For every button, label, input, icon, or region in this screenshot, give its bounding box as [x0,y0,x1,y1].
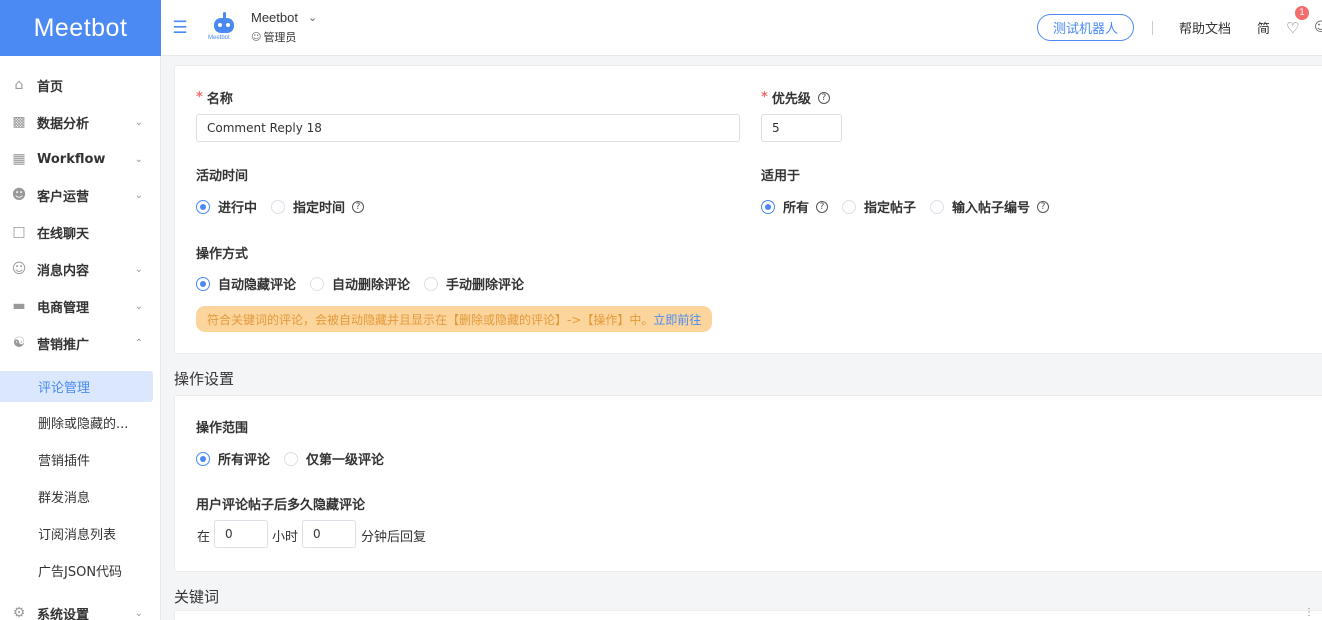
sidebar-subitem-deleted-hidden[interactable]: 删除或隐藏的... [0,407,153,438]
workflow-icon: ▦ [12,151,26,167]
radio-in-progress[interactable]: 进行中 [196,197,257,216]
sidebar-subitem-subscriptions[interactable]: 订阅消息列表 [0,518,153,549]
help-icon[interactable]: ? [816,200,829,213]
account-role: 管理员 [263,31,297,44]
bot-avatar: Meetbot [208,11,239,44]
account-name: Meetbot [251,10,298,25]
message-icon: ☺ [11,261,27,277]
keywords-card [174,610,1322,620]
settings-icon: ⚙ [12,605,26,620]
hours-unit: 小时 [272,530,299,545]
chevron-down-icon: ⌄ [134,153,143,165]
sidebar-item-settings[interactable]: ⚙ 系统设置 ⌄ [0,595,160,620]
help-icon[interactable]: ? [817,91,830,104]
bell-icon[interactable]: ♡ 1 [1286,5,1309,37]
sidebar-item-workflow[interactable]: ▦ Workflow ⌄ [0,141,160,177]
chevron-down-icon: ⌄ [134,263,143,275]
language-toggle[interactable]: 简 [1257,18,1270,37]
apply-to-label: 适用于 [761,169,801,184]
shop-icon: ▬ [12,298,26,314]
chat-icon: □ [12,224,26,240]
chevron-down-icon: ⌄ [134,116,143,128]
sidebar: ⌂ 首页 ▩ 数据分析 ⌄ ▦ Workflow ⌄ ☻ 客户运营 ⌄ □ 在线… [0,56,161,620]
chart-icon: ▩ [12,114,26,130]
scope-radios: 所有评论 仅第一级评论 [196,449,398,468]
chevron-up-icon: ⌃ [134,337,143,349]
minutes-suffix: 分钟后回复 [361,530,427,545]
help-icon[interactable]: ? [1037,200,1050,213]
radio-auto-hide[interactable]: 自动隐藏评论 [196,274,296,293]
marketing-icon: ☯ [12,335,26,351]
active-time-radios: 进行中 指定时间? [196,197,378,216]
notification-badge: 1 [1295,5,1309,20]
sidebar-subitem-ad-json[interactable]: 广告JSON代码 [0,555,153,586]
hours-input[interactable]: 0 [214,520,268,548]
user-icon: ☺ [251,31,262,43]
sidebar-subitem-broadcast[interactable]: 群发消息 [0,481,153,512]
sidebar-item-ecommerce[interactable]: ▬ 电商管理 ⌄ [0,288,160,324]
sidebar-subitem-comments[interactable]: 评论管理 [0,371,153,402]
chevron-down-icon: ⌄ [134,189,143,201]
radio-post-ids[interactable]: 输入帖子编号? [930,197,1050,216]
account-switcher[interactable]: Meetbot ⌄ ☺ 管理员 [251,0,317,56]
hide-mode-notice: 符合关键词的评论，会被自动隐藏并且显示在【删除或隐藏的评论】->【操作】中。 立即… [196,306,713,332]
radio-all-comments[interactable]: 所有评论 [196,449,270,468]
name-input[interactable]: Comment Reply 18 [196,114,740,142]
go-now-link[interactable]: 立即前往 [653,311,701,328]
sidebar-item-customers[interactable]: ☻ 客户运营 ⌄ [0,177,160,213]
priority-label: * 优先级 ? [761,88,830,107]
sidebar-item-live-chat[interactable]: □ 在线聊天 [0,214,160,250]
more-vertical-icon[interactable]: ⋮ [1304,607,1314,618]
priority-input[interactable]: 5 [761,114,842,142]
test-bot-button[interactable]: 测试机器人 [1036,14,1134,41]
mode-radios: 自动隐藏评论 自动删除评论 手动删除评论 [196,274,538,293]
mode-label: 操作方式 [196,247,249,262]
minutes-input[interactable]: 0 [302,520,356,548]
help-docs-link[interactable]: 帮助文档 [1179,18,1231,37]
radio-first-level-only[interactable]: 仅第一级评论 [284,449,384,468]
apply-to-radios: 所有? 指定帖子 输入帖子编号? [761,197,1063,216]
radio-specified-time[interactable]: 指定时间? [271,197,365,216]
home-icon: ⌂ [14,77,24,93]
chevron-down-icon: ⌄ [134,607,143,619]
sidebar-item-marketing[interactable]: ☯ 营销推广 ⌃ [0,325,160,361]
delay-prefix: 在 [197,530,211,545]
chevron-down-icon: ⌄ [307,12,318,24]
users-icon: ☻ [11,187,27,203]
menu-toggle-icon[interactable]: ☰ [161,18,199,38]
radio-auto-delete[interactable]: 自动删除评论 [310,274,410,293]
radio-manual-delete[interactable]: 手动删除评论 [424,274,524,293]
section-title-operations: 操作设置 [174,370,235,388]
help-icon[interactable]: ? [352,200,365,213]
top-header: ☰ Meetbot Meetbot ⌄ ☺ 管理员 测试机器人 帮助文档 简 ♡… [161,0,1322,56]
sidebar-item-analytics[interactable]: ▩ 数据分析 ⌄ [0,104,160,140]
radio-specified-posts[interactable]: 指定帖子 [842,197,916,216]
sidebar-item-messages[interactable]: ☺ 消息内容 ⌄ [0,251,160,287]
user-menu-icon[interactable]: ☺ [1314,20,1322,35]
sidebar-item-home[interactable]: ⌂ 首页 [0,67,160,103]
section-title-keywords: 关键词 [174,588,220,606]
radio-all-posts[interactable]: 所有? [761,197,829,216]
name-label: * 名称 [196,90,233,107]
delay-label: 用户评论帖子后多久隐藏评论 [196,498,366,513]
chevron-down-icon: ⌄ [134,300,143,312]
logo: Meetbot [0,0,161,56]
scope-label: 操作范围 [196,421,249,436]
active-time-label: 活动时间 [196,169,249,184]
sidebar-subitem-plugins[interactable]: 营销插件 [0,444,153,475]
divider [1151,20,1153,35]
